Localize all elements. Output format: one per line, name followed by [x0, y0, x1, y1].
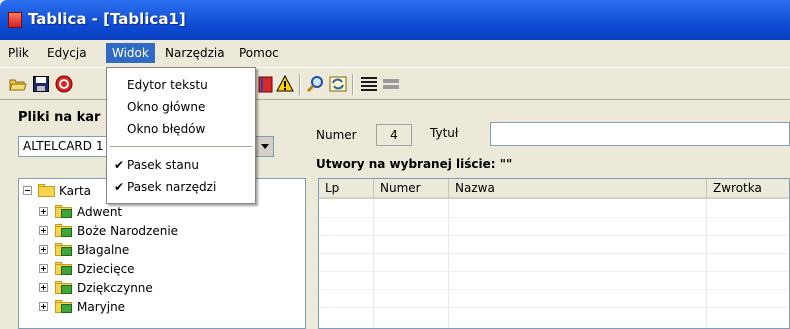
flat-list-icon[interactable] [382, 75, 400, 93]
menu-item-error-window[interactable]: Okno błędów [108, 118, 254, 140]
menu-narzedzia[interactable]: Narzędzia [159, 43, 231, 63]
warning-icon[interactable] [276, 75, 294, 93]
tree-item[interactable]: Adwent [19, 203, 299, 221]
menu-item-label: Pasek stanu [127, 158, 199, 172]
expand-icon[interactable] [39, 245, 48, 254]
expand-icon[interactable] [39, 226, 48, 235]
toolbar-separator [299, 74, 301, 95]
expand-icon[interactable] [39, 302, 48, 311]
list-icon[interactable] [360, 75, 378, 93]
table-column [374, 199, 449, 328]
check-icon: ✔ [114, 158, 125, 172]
check-icon: ✔ [114, 180, 125, 194]
column-header-numer[interactable]: Numer [374, 179, 449, 199]
right-panel: Numer 4 Tytuł Utwory na wybranej liście:… [312, 102, 790, 329]
column-header-zwrotka[interactable]: Zwrotka [707, 179, 789, 199]
folder-icon [55, 262, 73, 275]
save-icon[interactable] [32, 75, 50, 93]
window-title: Tablica - [Tablica1] [28, 10, 186, 28]
tree-item[interactable]: Maryjne [19, 298, 299, 316]
menu-item-label: Pasek narzędzi [127, 180, 217, 194]
menu-item-toolbar[interactable]: ✔ Pasek narzędzi [108, 176, 254, 198]
toolbar-separator [352, 74, 354, 95]
collapse-icon[interactable] [23, 186, 32, 195]
table-row [319, 289, 789, 290]
book-icon[interactable] [257, 75, 275, 93]
folder-icon [55, 243, 73, 256]
expand-icon[interactable] [39, 283, 48, 292]
table-row [319, 271, 789, 272]
menu-pomoc[interactable]: Pomoc [233, 43, 285, 63]
tree-item-label: Adwent [77, 205, 123, 219]
menu-plik[interactable]: Plik [2, 43, 35, 63]
folder-icon [55, 281, 73, 294]
table-column [319, 199, 374, 328]
title-input[interactable] [490, 122, 790, 146]
tree-item-label: Boże Narodzenie [77, 224, 179, 238]
tree-item[interactable]: Boże Narodzenie [19, 222, 299, 240]
tree-item[interactable]: Dziękczynne [19, 279, 299, 297]
expand-icon[interactable] [39, 264, 48, 273]
title-bar[interactable]: Tablica - [Tablica1] [0, 0, 790, 40]
folder-icon [55, 205, 73, 218]
tree-item-label: Maryjne [77, 300, 126, 314]
menu-bar: Plik Edycja Widok Narzędzia Pomoc [0, 40, 790, 67]
menu-item-main-window[interactable]: Okno główne [108, 96, 254, 118]
refresh-icon[interactable] [329, 75, 347, 93]
folder-icon [38, 184, 56, 197]
table-row [319, 217, 789, 218]
menu-separator [110, 146, 252, 147]
folder-icon [55, 300, 73, 313]
stop-icon[interactable] [55, 75, 73, 93]
tree-item-label: Karta [59, 184, 92, 198]
app-icon [8, 12, 22, 28]
number-label: Numer [316, 128, 357, 142]
tree-item-label: Dziękczynne [77, 281, 153, 295]
menu-item-text-editor[interactable]: Edytor tekstu [108, 74, 254, 96]
tree-item-label: Błagalne [77, 243, 130, 257]
tree-item[interactable]: Błagalne [19, 241, 299, 259]
column-header-lp[interactable]: Lp [319, 179, 374, 199]
menu-widok[interactable]: Widok [106, 43, 155, 63]
menu-edycja[interactable]: Edycja [41, 43, 93, 63]
search-icon[interactable] [306, 75, 324, 93]
open-folder-icon[interactable] [9, 75, 27, 93]
card-select-value: ALTELCARD 1 [23, 139, 104, 153]
chevron-down-icon[interactable] [255, 137, 273, 156]
table-row [319, 307, 789, 308]
tree-item[interactable]: Dziecięce [19, 260, 299, 278]
folder-icon [55, 224, 73, 237]
table-row [319, 235, 789, 236]
table-column [449, 199, 707, 328]
menu-item-status-bar[interactable]: ✔ Pasek stanu [108, 154, 254, 176]
number-field: 4 [376, 124, 412, 146]
view-menu-dropdown: Edytor tekstu Okno główne Okno błędów ✔ … [106, 67, 256, 204]
table-row [319, 253, 789, 254]
list-caption: Utwory na wybranej liście: "" [316, 157, 513, 171]
title-label: Tytuł [430, 126, 459, 140]
panel-title: Pliki na kar [18, 110, 101, 125]
tree-item-label: Dziecięce [77, 262, 135, 276]
expand-icon[interactable] [39, 207, 48, 216]
songs-table[interactable]: Lp Numer Nazwa Zwrotka [318, 178, 790, 329]
column-header-nazwa[interactable]: Nazwa [449, 179, 707, 199]
